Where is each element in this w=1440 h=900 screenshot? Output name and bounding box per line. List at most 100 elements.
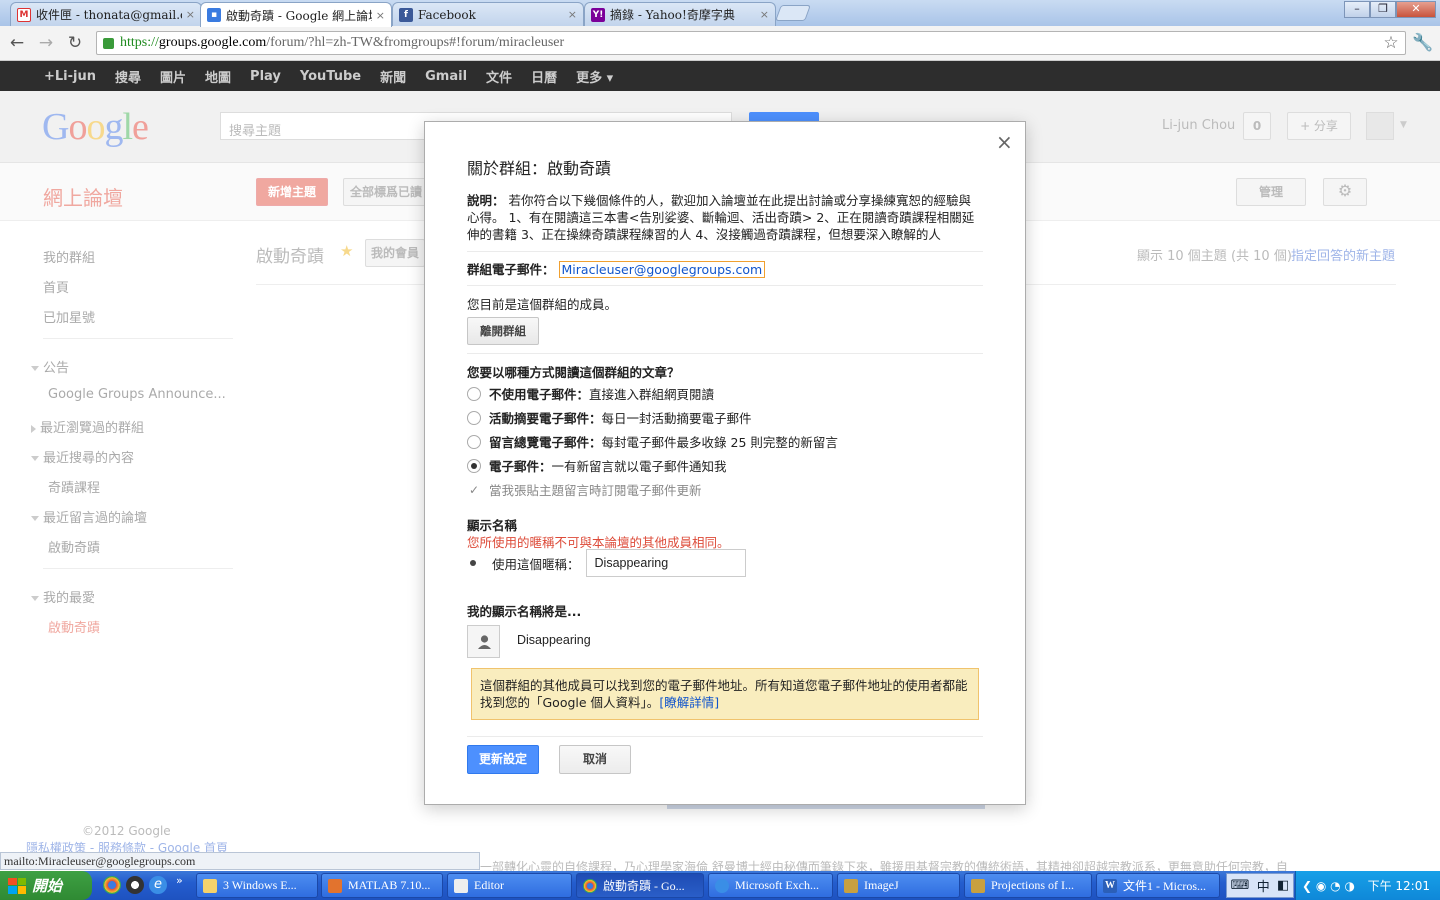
gbar-item-profile[interactable]: +Li-jun (44, 69, 96, 84)
option-abridged-email[interactable]: 留言總覽電子郵件： 每封電子郵件最多收錄 25 則完整的新留言 (467, 432, 838, 451)
folder-icon (203, 878, 217, 893)
update-settings-button[interactable]: 更新設定 (467, 745, 539, 774)
divider (467, 736, 983, 737)
close-icon[interactable]: × (760, 8, 769, 21)
restore-icon[interactable]: ❐ (1370, 1, 1396, 18)
gbar-item-gmail[interactable]: Gmail (425, 69, 467, 84)
close-icon[interactable]: × (376, 9, 385, 22)
taskbar-item-projections[interactable]: Projections of I... (964, 873, 1092, 898)
manage-button[interactable]: 管理 (1236, 178, 1306, 206)
tray-icons[interactable]: ❮ ◉ ◔ ◑ (1302, 879, 1355, 893)
star-icon[interactable]: ☆ (1380, 32, 1402, 54)
sidebar-item-gg-announce[interactable]: Google Groups Announce... (48, 387, 226, 402)
learn-more-link[interactable]: [瞭解詳情] (659, 695, 719, 710)
sidebar-item-announcements[interactable]: 公告 (31, 357, 69, 376)
sidebar-item-favorites[interactable]: 我的最愛 (31, 587, 95, 606)
option-label: 不使用電子郵件： (489, 387, 590, 402)
radio-button-selected[interactable] (467, 458, 481, 473)
sidebar-item-recent-posted[interactable]: 最近留言過的論壇 (31, 507, 147, 526)
wrench-icon[interactable]: 🔧 (1412, 32, 1434, 54)
gbar-item-docs[interactable]: 文件 (486, 67, 512, 86)
google-logo[interactable]: Google (42, 105, 149, 149)
tab-yahoo[interactable]: Y! 摘錄 - Yahoo!奇摩字典 × (584, 2, 776, 26)
taskbar-item-chrome[interactable]: 啟動奇蹟 - Go... (576, 873, 704, 898)
option-digest-email[interactable]: 活動摘要電子郵件： 每日一封活動摘要電子郵件 (467, 408, 752, 427)
gbar-item-images[interactable]: 圖片 (160, 67, 186, 86)
new-topic-button[interactable]: 新增主題 (256, 178, 328, 206)
taskbar-item-exchange[interactable]: Microsoft Exch... (708, 873, 833, 898)
forward-icon[interactable]: → (35, 32, 57, 54)
gear-icon[interactable]: ⚙ (1323, 178, 1367, 206)
tab-facebook[interactable]: f Facebook × (392, 2, 584, 26)
gbar-item-maps[interactable]: 地圖 (205, 67, 231, 86)
radio-button[interactable] (467, 434, 481, 449)
notification-count[interactable]: 0 (1243, 112, 1271, 140)
taskbar-item-explorer[interactable]: 3 Windows E... (196, 873, 318, 898)
back-icon[interactable]: ← (6, 32, 28, 54)
close-icon[interactable]: × (186, 8, 195, 21)
taskbar-item-word[interactable]: W 文件1 - Micros... (1096, 873, 1220, 898)
chevron-right-icon[interactable]: » (176, 874, 183, 887)
cancel-button[interactable]: 取消 (559, 745, 631, 774)
sidebar-item-miracle-course[interactable]: 奇蹟課程 (48, 477, 100, 496)
sidebar-item-home[interactable]: 首頁 (43, 277, 69, 296)
chevron-down-icon (31, 516, 39, 521)
start-button[interactable]: 開始 (0, 871, 92, 900)
option-all-email[interactable]: 電子郵件： 一有新留言就以電子郵件通知我 (467, 456, 727, 475)
tab-gmail[interactable]: M 收件匣 - thonata@gmail.com × (10, 2, 202, 26)
clock[interactable]: 下午 12:01 (1368, 877, 1430, 894)
checkmark-icon[interactable]: ✓ (467, 483, 481, 497)
gbar-item-calendar[interactable]: 日曆 (531, 67, 557, 86)
chevron-down-icon[interactable]: ▼ (1400, 120, 1407, 130)
divider (43, 568, 233, 569)
radio-button[interactable] (467, 386, 481, 401)
ie-icon[interactable]: e (149, 876, 167, 894)
windows-icon (8, 877, 26, 894)
gbar-item-youtube[interactable]: YouTube (300, 69, 361, 84)
chrome-icon[interactable] (103, 876, 121, 894)
close-icon[interactable]: × (568, 8, 577, 21)
sidebar-item-start-miracle[interactable]: 啟動奇蹟 (48, 537, 100, 556)
star-icon[interactable]: ★ (340, 242, 353, 260)
radio-button[interactable] (467, 410, 481, 425)
user-name[interactable]: Li-jun Chou (1162, 118, 1235, 133)
ime-bar[interactable]: ⌨ 中 ◧ (1226, 873, 1294, 898)
address-bar[interactable]: https://groups.google.com/forum/?hl=zh-T… (96, 31, 1406, 55)
avatar[interactable] (1366, 112, 1394, 140)
taskbar-item-matlab[interactable]: MATLAB 7.10... (321, 873, 443, 898)
assign-topics-link[interactable]: 指定回答的新主題 (1291, 245, 1395, 264)
ime-mode[interactable]: 中 (1257, 876, 1270, 895)
minimize-icon[interactable]: – (1344, 1, 1370, 18)
close-icon[interactable]: × (996, 130, 1013, 154)
share-button[interactable]: + 分享 (1287, 112, 1351, 140)
sidebar-item-fav-miracle[interactable]: 啟動奇蹟 (48, 617, 100, 636)
keyboard-icon[interactable]: ⌨ (1231, 878, 1250, 893)
sidebar-item-starred[interactable]: 已加星號 (43, 307, 95, 326)
nickname-input[interactable] (585, 549, 746, 577)
group-title: 啟動奇蹟 (256, 247, 324, 267)
system-tray: ❮ ◉ ◔ ◑ 下午 12:01 (1295, 871, 1440, 900)
reload-icon[interactable]: ↻ (64, 32, 86, 54)
sidebar-item-my-groups[interactable]: 我的群組 (43, 247, 95, 266)
new-tab-button[interactable] (775, 5, 811, 21)
subscribe-checkbox-row[interactable]: ✓ 當我張貼主題留言時訂閱電子郵件更新 (467, 480, 702, 499)
taskbar-label: 啟動奇蹟 - Go... (603, 879, 685, 893)
option-no-email[interactable]: 不使用電子郵件： 直接進入群組網頁閱讀 (467, 384, 714, 403)
window-close-icon[interactable]: ✕ (1396, 1, 1436, 18)
tab-groups[interactable]: ▪ 啟動奇蹟 - Google 網上論壇 × (200, 2, 392, 27)
gbar-item-search[interactable]: 搜尋 (115, 67, 141, 86)
group-email-link[interactable]: Miracleuser@googlegroups.com (558, 261, 766, 278)
gbar-item-news[interactable]: 新聞 (380, 67, 406, 86)
leave-group-button[interactable]: 離開群組 (467, 317, 539, 345)
gbar-item-play[interactable]: Play (250, 69, 281, 84)
sidebar-item-recent-search[interactable]: 最近搜尋的內容 (31, 447, 134, 466)
sidebar-item-recent-browsed[interactable]: 最近瀏覽過的群組 (31, 417, 144, 436)
halfwidth-icon[interactable]: ◧ (1277, 878, 1289, 893)
member-button[interactable]: 我的會員 (365, 239, 425, 267)
taskbar-item-editor[interactable]: Editor (447, 873, 572, 898)
taskbar-item-imagej[interactable]: ImageJ (837, 873, 960, 898)
status-bar: mailto:Miracleuser@googlegroups.com (0, 852, 480, 870)
mark-all-read-button[interactable]: 全部標爲已讀 (343, 178, 429, 206)
media-player-icon[interactable] (126, 876, 144, 894)
gbar-item-more[interactable]: 更多 ▾ (576, 67, 613, 86)
